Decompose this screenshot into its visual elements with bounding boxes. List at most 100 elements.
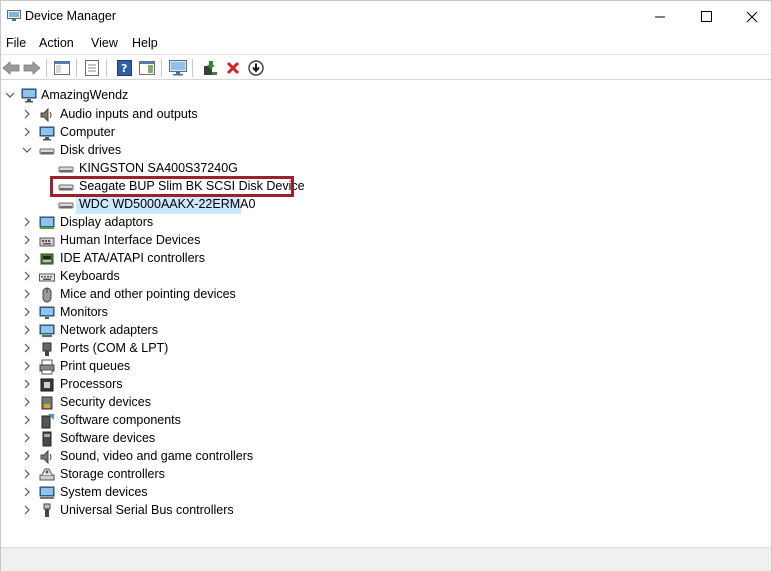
chevron-right-icon[interactable] bbox=[22, 415, 32, 425]
svg-text:?: ? bbox=[121, 62, 127, 75]
help-icon: ? bbox=[116, 60, 132, 76]
disk-drive-icon bbox=[39, 148, 55, 155]
chevron-right-icon[interactable] bbox=[22, 469, 32, 479]
toolbar-separator bbox=[106, 59, 107, 77]
toolbar-separator bbox=[192, 59, 193, 77]
tree-category-label[interactable]: Print queues bbox=[60, 359, 130, 373]
tree-category-label[interactable]: Network adapters bbox=[60, 323, 158, 337]
disable-device-button[interactable] bbox=[246, 58, 266, 78]
tree-category-label[interactable]: Audio inputs and outputs bbox=[60, 107, 198, 121]
chevron-right-icon[interactable] bbox=[22, 343, 32, 353]
close-button[interactable] bbox=[729, 1, 772, 32]
tree-category-label[interactable]: Storage controllers bbox=[60, 467, 165, 481]
chevron-down-icon[interactable] bbox=[22, 145, 32, 155]
menu-action[interactable]: Action bbox=[39, 36, 74, 50]
chevron-right-icon[interactable] bbox=[22, 379, 32, 389]
menu-help[interactable]: Help bbox=[132, 36, 158, 50]
tree-category-label[interactable]: Monitors bbox=[60, 305, 108, 319]
speaker-icon bbox=[40, 107, 52, 123]
chevron-right-icon[interactable] bbox=[22, 397, 32, 407]
back-arrow-icon bbox=[2, 61, 20, 75]
tree-category-label[interactable]: Display adaptors bbox=[60, 215, 153, 229]
display-adapter-icon bbox=[39, 216, 55, 229]
menu-file[interactable]: File bbox=[6, 36, 26, 50]
chevron-right-icon[interactable] bbox=[22, 217, 32, 227]
system-device-icon bbox=[39, 486, 55, 499]
ide-controller-icon bbox=[40, 253, 54, 265]
show-hide-console-tree-button[interactable] bbox=[52, 58, 72, 78]
chevron-right-icon[interactable] bbox=[22, 271, 32, 281]
tree-device-label[interactable]: WDC WD5000AAKX-22ERMA0 bbox=[79, 197, 255, 211]
computer-icon bbox=[39, 126, 55, 141]
maximize-button[interactable] bbox=[683, 1, 729, 32]
tree-category-label[interactable]: Human Interface Devices bbox=[60, 233, 200, 247]
tree-category-label[interactable]: Sound, video and game controllers bbox=[60, 449, 253, 463]
tree-category-label[interactable]: IDE ATA/ATAPI controllers bbox=[60, 251, 205, 265]
tree-root-label[interactable]: AmazingWendz bbox=[41, 88, 128, 102]
software-device-icon bbox=[42, 431, 52, 447]
scan-for-hardware-changes-button[interactable] bbox=[168, 58, 188, 78]
tree-device-label[interactable]: KINGSTON SA400S37240G bbox=[79, 161, 238, 175]
forward-arrow-icon bbox=[23, 61, 41, 75]
highlight-annotation-box bbox=[50, 176, 294, 197]
minimize-button[interactable] bbox=[637, 1, 683, 32]
toolbar-separator bbox=[46, 59, 47, 77]
chevron-right-icon[interactable] bbox=[22, 235, 32, 245]
minimize-icon bbox=[654, 16, 665, 18]
tree-category-label[interactable]: Universal Serial Bus controllers bbox=[60, 503, 234, 517]
tree-category-label[interactable]: Security devices bbox=[60, 395, 151, 409]
chevron-down-icon[interactable] bbox=[5, 90, 15, 100]
chevron-right-icon[interactable] bbox=[22, 361, 32, 371]
device-manager-window: Device Manager File Action View Help ? A… bbox=[0, 0, 772, 571]
chevron-right-icon[interactable] bbox=[22, 433, 32, 443]
processor-icon bbox=[40, 378, 54, 392]
chevron-right-icon[interactable] bbox=[22, 325, 32, 335]
tree-category-label[interactable]: System devices bbox=[60, 485, 148, 499]
menu-bar: File Action View Help bbox=[1, 32, 771, 54]
chevron-right-icon[interactable] bbox=[22, 487, 32, 497]
chevron-right-icon[interactable] bbox=[22, 451, 32, 461]
tree-category-label[interactable]: Computer bbox=[60, 125, 115, 139]
tree-category-label[interactable]: Software devices bbox=[60, 431, 155, 445]
chevron-right-icon[interactable] bbox=[22, 289, 32, 299]
chevron-right-icon[interactable] bbox=[22, 253, 32, 263]
uninstall-device-button[interactable] bbox=[223, 58, 243, 78]
close-icon bbox=[746, 11, 758, 22]
port-icon bbox=[42, 342, 52, 356]
window-title: Device Manager bbox=[25, 9, 117, 23]
forward-button[interactable] bbox=[22, 58, 42, 78]
hid-icon bbox=[39, 237, 55, 247]
network-adapter-icon bbox=[39, 324, 55, 337]
toolbar-separator bbox=[161, 59, 162, 77]
disable-device-icon bbox=[248, 60, 264, 76]
tree-category-label[interactable]: Software components bbox=[60, 413, 181, 427]
properties-button[interactable] bbox=[82, 58, 102, 78]
storage-controller-icon bbox=[39, 468, 55, 481]
computer-root-icon bbox=[21, 88, 37, 103]
chevron-right-icon[interactable] bbox=[22, 127, 32, 137]
sound-icon bbox=[40, 449, 52, 465]
usb-icon bbox=[43, 503, 51, 517]
update-driver-icon bbox=[204, 61, 217, 75]
disk-drive-icon bbox=[58, 166, 74, 173]
update-driver-button[interactable] bbox=[200, 58, 220, 78]
tree-category-label[interactable]: Mice and other pointing devices bbox=[60, 287, 236, 301]
mouse-icon bbox=[42, 287, 52, 303]
tree-category-label[interactable]: Keyboards bbox=[60, 269, 120, 283]
menu-view[interactable]: View bbox=[91, 36, 118, 50]
chevron-right-icon[interactable] bbox=[22, 109, 32, 119]
monitor-icon bbox=[39, 306, 55, 319]
properties-icon bbox=[85, 60, 99, 76]
scan-monitor-icon bbox=[169, 60, 187, 76]
action-pane-button[interactable] bbox=[137, 58, 157, 78]
device-tree[interactable]: AmazingWendz Audio inputs and outputs Com… bbox=[1, 81, 771, 546]
back-button[interactable] bbox=[1, 58, 21, 78]
disk-drive-icon bbox=[58, 202, 74, 209]
tree-category-label[interactable]: Processors bbox=[60, 377, 123, 391]
chevron-right-icon[interactable] bbox=[22, 505, 32, 515]
tree-category-label[interactable]: Disk drives bbox=[60, 143, 121, 157]
chevron-right-icon[interactable] bbox=[22, 307, 32, 317]
tree-category-label[interactable]: Ports (COM & LPT) bbox=[60, 341, 168, 355]
delete-x-icon bbox=[226, 61, 240, 75]
help-button[interactable]: ? bbox=[114, 58, 134, 78]
